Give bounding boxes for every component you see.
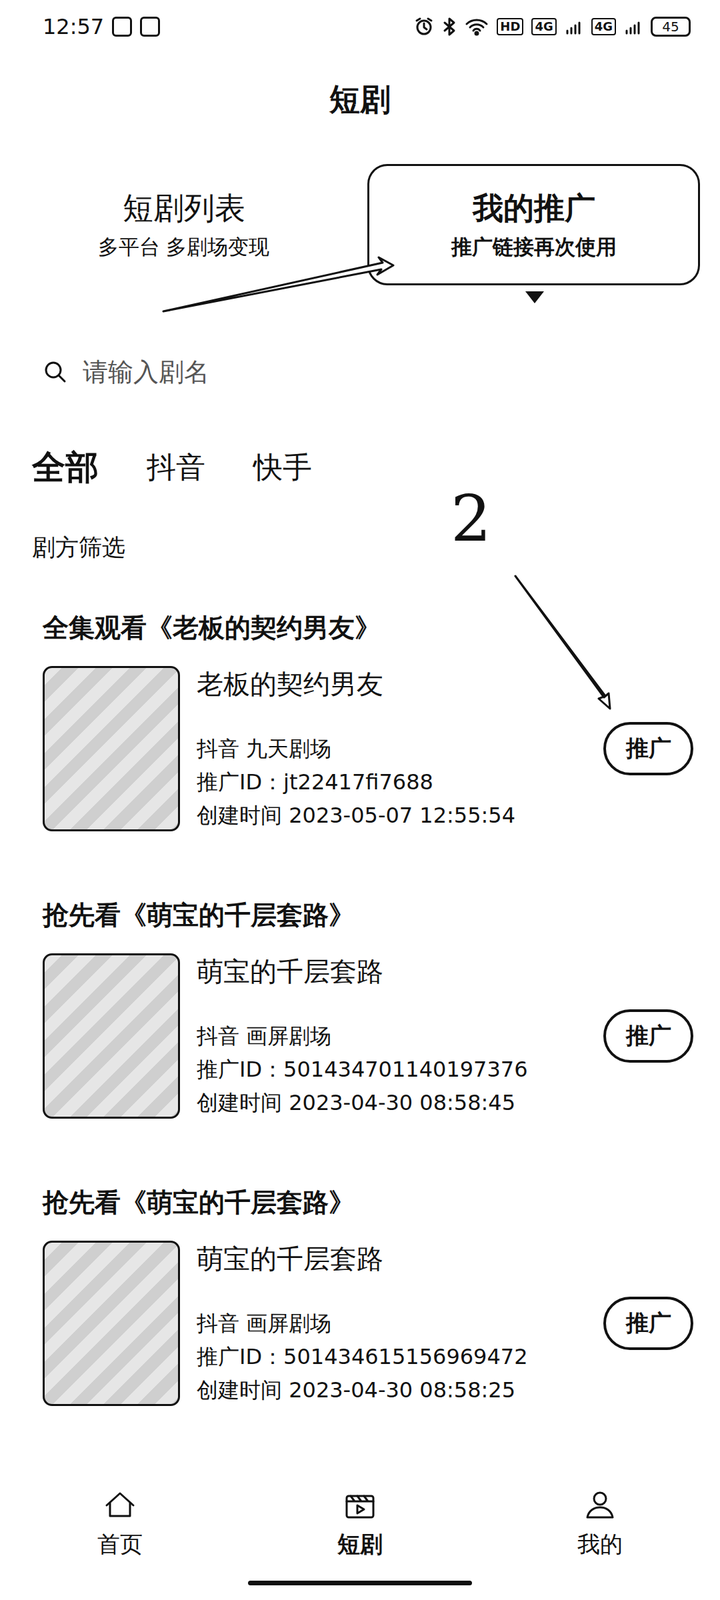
drama-platform: 抖音 九天剧场 xyxy=(196,732,587,766)
header-tab-label: 我的推广 xyxy=(472,188,596,230)
network-label: 4G xyxy=(591,18,616,36)
drama-created: 创建时间 2023-04-30 08:58:45 xyxy=(196,1086,587,1120)
drama-title: 萌宝的千层套路 xyxy=(196,952,587,991)
platform-tabs: 全部 抖音 快手 xyxy=(0,434,720,501)
search-icon xyxy=(42,359,68,385)
drama-cover xyxy=(42,1240,180,1406)
drama-body: 萌宝的千层套路抖音 画屏剧场推广ID：501434701140197376创建时… xyxy=(42,952,694,1120)
header-tab-subtitle: 推广链接再次使用 xyxy=(451,233,617,262)
drama-heading: 抢先看《萌宝的千层套路》 xyxy=(42,1179,694,1226)
drama-info: 老板的契约男友抖音 九天剧场推广ID：jt22417fi7688创建时间 202… xyxy=(196,664,587,832)
page-title: 短剧 xyxy=(0,53,720,147)
signal-icon xyxy=(564,17,584,36)
platform-tab[interactable]: 抖音 xyxy=(146,448,206,488)
home-icon xyxy=(101,1486,139,1524)
nav-label: 首页 xyxy=(97,1529,143,1560)
home-indicator[interactable] xyxy=(248,1580,472,1586)
drama-cover xyxy=(42,953,180,1119)
drama-item[interactable]: 抢先看《萌宝的千层套路》萌宝的千层套路抖音 画屏剧场推广ID：501434615… xyxy=(0,1179,720,1467)
app-notification-icon xyxy=(112,16,132,37)
wifi-icon xyxy=(464,16,489,37)
header-tab[interactable]: 我的推广推广链接再次使用 xyxy=(367,164,700,286)
nav-item[interactable]: 首页 xyxy=(53,1486,187,1560)
drama-body: 老板的契约男友抖音 九天剧场推广ID：jt22417fi7688创建时间 202… xyxy=(42,664,694,832)
nav-label: 短剧 xyxy=(337,1529,383,1560)
drama-title: 萌宝的千层套路 xyxy=(196,1239,587,1278)
drama-body: 萌宝的千层套路抖音 画屏剧场推广ID：501434615156969472创建时… xyxy=(42,1239,694,1407)
status-right: HD 4G 4G 45 xyxy=(414,16,691,37)
drama-item[interactable]: 抢先看《萌宝的千层套路》萌宝的千层套路抖音 画屏剧场推广ID：501434701… xyxy=(0,892,720,1180)
header-tab-label: 短剧列表 xyxy=(122,188,246,230)
drama-promo-id: 推广ID：jt22417fi7688 xyxy=(196,765,587,799)
drama-title: 老板的契约男友 xyxy=(196,664,587,704)
signal-icon xyxy=(624,17,643,36)
clock: 12:57 xyxy=(42,14,104,40)
nav-label: 我的 xyxy=(577,1529,623,1560)
drama-promo-id: 推广ID：501434615156969472 xyxy=(196,1340,587,1374)
header-tabs: 短剧列表多平台 多剧场变现我的推广推广链接再次使用 xyxy=(0,164,720,286)
nav-item[interactable]: 短剧 xyxy=(293,1486,427,1560)
profile-icon xyxy=(581,1486,619,1524)
bubble-pointer xyxy=(525,291,544,304)
battery: 45 xyxy=(650,16,691,37)
drama-icon xyxy=(341,1486,379,1524)
content: 短剧列表多平台 多剧场变现我的推广推广链接再次使用全部抖音快手剧方筛选全集观看《… xyxy=(0,146,720,1467)
alarm-icon xyxy=(414,16,434,37)
header-tab-subtitle: 多平台 多剧场变现 xyxy=(98,233,270,262)
network-label: HD xyxy=(496,18,524,36)
promote-button[interactable]: 推广 xyxy=(603,722,694,776)
app-notification-icon xyxy=(140,16,160,37)
step-annotation: 2 xyxy=(450,486,492,551)
drama-heading: 全集观看《老板的契约男友》 xyxy=(42,604,694,652)
drama-item[interactable]: 全集观看《老板的契约男友》老板的契约男友抖音 九天剧场推广ID：jt22417f… xyxy=(0,604,720,892)
promote-button[interactable]: 推广 xyxy=(603,1296,694,1350)
drama-promo-id: 推广ID：501434701140197376 xyxy=(196,1052,587,1086)
drama-platform: 抖音 画屏剧场 xyxy=(196,1306,587,1340)
search-input[interactable] xyxy=(81,356,551,388)
drama-list: 全集观看《老板的契约男友》老板的契约男友抖音 九天剧场推广ID：jt22417f… xyxy=(0,604,720,1467)
drama-heading: 抢先看《萌宝的千层套路》 xyxy=(42,892,694,939)
header-tab[interactable]: 短剧列表多平台 多剧场变现 xyxy=(0,164,368,286)
status-left: 12:57 xyxy=(42,14,160,40)
drama-info: 萌宝的千层套路抖音 画屏剧场推广ID：501434615156969472创建时… xyxy=(196,1239,587,1407)
platform-tab[interactable]: 快手 xyxy=(253,448,312,488)
drama-info: 萌宝的千层套路抖音 画屏剧场推广ID：501434701140197376创建时… xyxy=(196,952,587,1120)
network-label: 4G xyxy=(531,18,556,36)
bottom-nav: 首页 短剧 我的 xyxy=(0,1466,720,1600)
drama-cover xyxy=(42,666,180,832)
platform-tab[interactable]: 全部 xyxy=(32,445,99,490)
drama-created: 创建时间 2023-05-07 12:55:54 xyxy=(196,798,587,832)
nav-item[interactable]: 我的 xyxy=(533,1486,667,1560)
bluetooth-icon xyxy=(442,16,457,37)
status-bar: 12:57 HD 4G 4G 45 xyxy=(0,0,720,54)
promote-button[interactable]: 推广 xyxy=(603,1009,694,1063)
filter-button[interactable]: 剧方筛选 xyxy=(0,527,720,568)
annotation-arrows-icon xyxy=(0,0,720,1600)
search-bar xyxy=(42,336,720,408)
drama-platform: 抖音 画屏剧场 xyxy=(196,1019,587,1053)
drama-created: 创建时间 2023-04-30 08:58:25 xyxy=(196,1373,587,1407)
